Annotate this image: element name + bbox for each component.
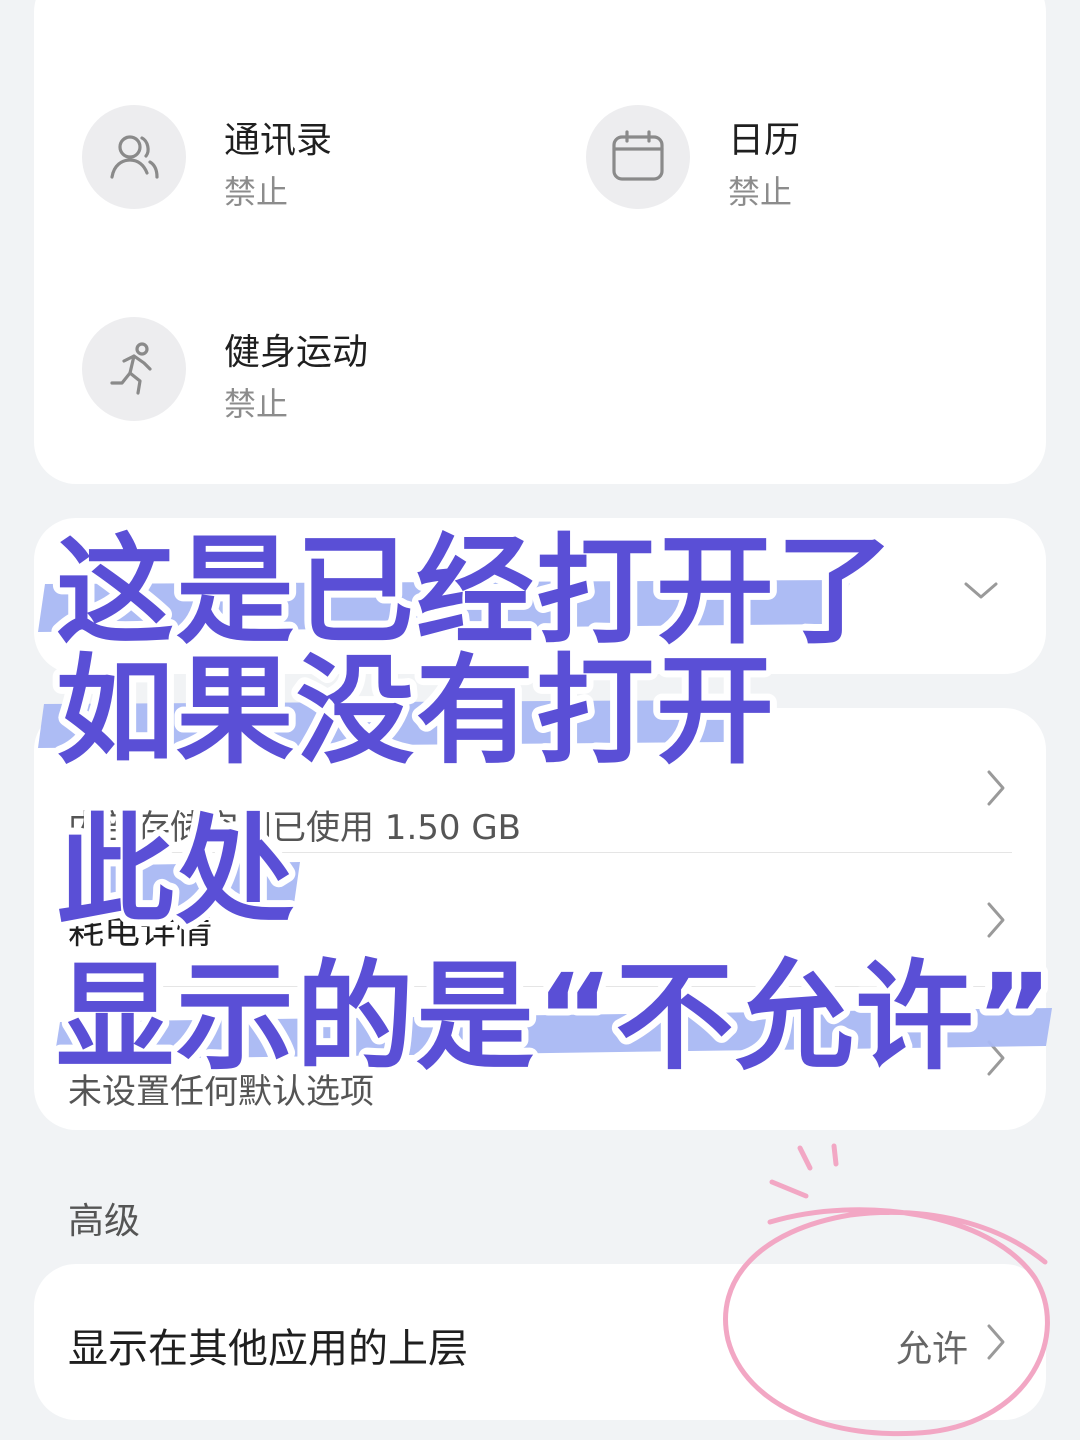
permission-title: 通讯录 bbox=[224, 120, 333, 161]
default-options-value[interactable]: 未设置任何默认选项 bbox=[68, 1064, 374, 1113]
calendar-icon bbox=[586, 105, 690, 209]
display-over-apps-value: 允许 bbox=[895, 1329, 968, 1370]
emphasis-dash bbox=[769, 1179, 809, 1199]
section-title-advanced: 高级 bbox=[68, 1201, 141, 1242]
chevron-right-icon[interactable] bbox=[984, 900, 1008, 944]
divider bbox=[68, 852, 1012, 853]
divider bbox=[68, 986, 1012, 987]
storage-usage[interactable]: 内部存储空间已使用 1.50 GB bbox=[68, 800, 521, 849]
permission-title: 日历 bbox=[728, 120, 801, 161]
emphasis-dash bbox=[831, 1143, 839, 1167]
app-info-card: 内部存储空间已使用 1.50 GB 耗电详情 未设置任何默认选项 bbox=[34, 708, 1046, 1130]
emphasis-dash bbox=[797, 1145, 813, 1171]
permission-status: 禁止 bbox=[224, 385, 289, 423]
display-over-apps-row[interactable]: 显示在其他应用的上层 允许 bbox=[34, 1264, 1046, 1420]
power-usage-row[interactable]: 耗电详情 bbox=[68, 902, 212, 954]
chevron-right-icon[interactable] bbox=[984, 1038, 1008, 1082]
display-over-apps-label: 显示在其他应用的上层 bbox=[68, 1326, 468, 1372]
fitness-icon bbox=[82, 317, 186, 421]
chevron-right-icon[interactable] bbox=[984, 1322, 1008, 1366]
contacts-icon bbox=[82, 105, 186, 209]
permissions-card: 通讯录 禁止 日历 禁止 健身运动 禁止 bbox=[34, 0, 1046, 484]
collapsed-section-card[interactable] bbox=[34, 518, 1046, 674]
permission-title: 健身运动 bbox=[224, 332, 369, 373]
chevron-down-icon[interactable] bbox=[962, 578, 1000, 606]
chevron-right-icon[interactable] bbox=[984, 768, 1008, 812]
permission-status: 禁止 bbox=[224, 173, 289, 211]
permission-status: 禁止 bbox=[728, 173, 793, 211]
